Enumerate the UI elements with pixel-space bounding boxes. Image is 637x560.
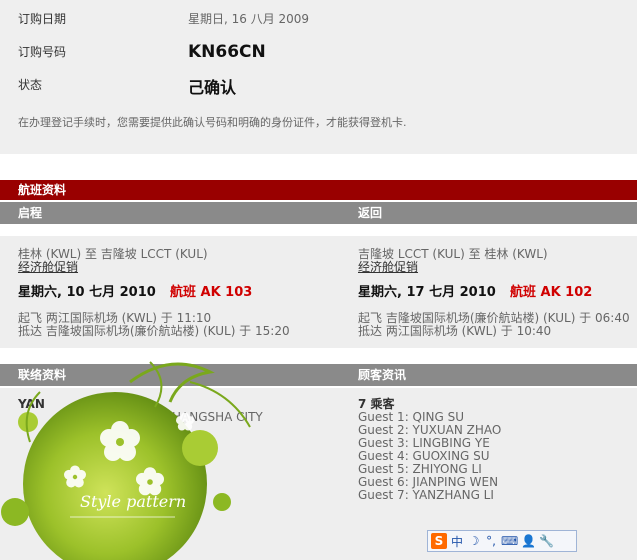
status-value: 己确认 <box>188 78 237 97</box>
outbound-fare-text[interactable]: 经济舱促销 <box>18 260 78 274</box>
return-flight-number: 航班 AK 102 <box>510 285 593 300</box>
booking-number-value: KN66CN <box>188 42 266 62</box>
ime-toolbar[interactable]: S 中 ☽ °, ⌨ 👤 🔧 <box>427 530 577 552</box>
outbound-fare-link[interactable]: 经济舱促销 <box>18 261 78 274</box>
contact-address: HANGSHA CITY <box>172 410 263 424</box>
booking-number-label: 订购号码 <box>18 45 67 59</box>
outbound-date-line: 星期六, 10 七月 2010 <box>18 286 156 299</box>
chinese-mode-button[interactable]: 中 <box>450 533 464 550</box>
return-header: 返回 <box>358 206 383 220</box>
wrench-icon[interactable]: 🔧 <box>539 534 554 548</box>
booking-summary <box>0 0 637 154</box>
return-fare-link[interactable]: 经济舱促销 <box>358 261 418 274</box>
guest-item: Guest 7: YANZHANG LI <box>358 488 494 502</box>
keyboard-icon[interactable]: ⌨ <box>501 534 518 548</box>
booking-date-value: 星期日, 16 八月 2009 <box>188 12 310 26</box>
return-fare-text[interactable]: 经济舱促销 <box>358 260 418 274</box>
punctuation-icon[interactable]: °, <box>484 534 498 548</box>
flight-section-title: 航班资料 <box>0 180 637 200</box>
guest-header: 顾客资讯 <box>358 368 407 382</box>
status-label: 状态 <box>18 78 43 92</box>
return-arrive: 抵达 两江国际机场 (KWL) 于 10:40 <box>358 324 552 338</box>
user-icon[interactable]: 👤 <box>521 534 536 548</box>
return-date: 星期六, 17 七月 2010 <box>358 285 496 300</box>
flight-headers-bar: 启程 返回 <box>0 202 637 224</box>
guest-list: Guest 1: QING SU Guest 2: YUXUAN ZHAO Gu… <box>358 411 501 502</box>
fullwidth-moon-icon[interactable]: ☽ <box>467 534 481 548</box>
return-flight-line: 航班 AK 102 <box>510 286 592 299</box>
outbound-flight-number: 航班 AK 103 <box>170 285 253 300</box>
contact-name: YAN <box>18 397 45 411</box>
outbound-arrive: 抵达 吉隆坡国际机场(廉价航站楼) (KUL) 于 15:20 <box>18 324 290 338</box>
return-date-line: 星期六, 17 七月 2010 <box>358 286 496 299</box>
booking-date-label: 订购日期 <box>18 12 67 26</box>
outbound-date: 星期六, 10 七月 2010 <box>18 285 156 300</box>
checkin-notice: 在办理登记手续时，您需要提供此确认号码和明确的身份证件，才能获得登机卡. <box>18 116 407 129</box>
outbound-header: 启程 <box>18 206 43 220</box>
contact-header: 联络资料 <box>18 368 67 382</box>
outbound-flight-line: 航班 AK 103 <box>170 286 252 299</box>
contact-guest-headers-bar: 联络资料 顾客资讯 <box>0 364 637 386</box>
sogou-logo-icon[interactable]: S <box>431 533 447 549</box>
